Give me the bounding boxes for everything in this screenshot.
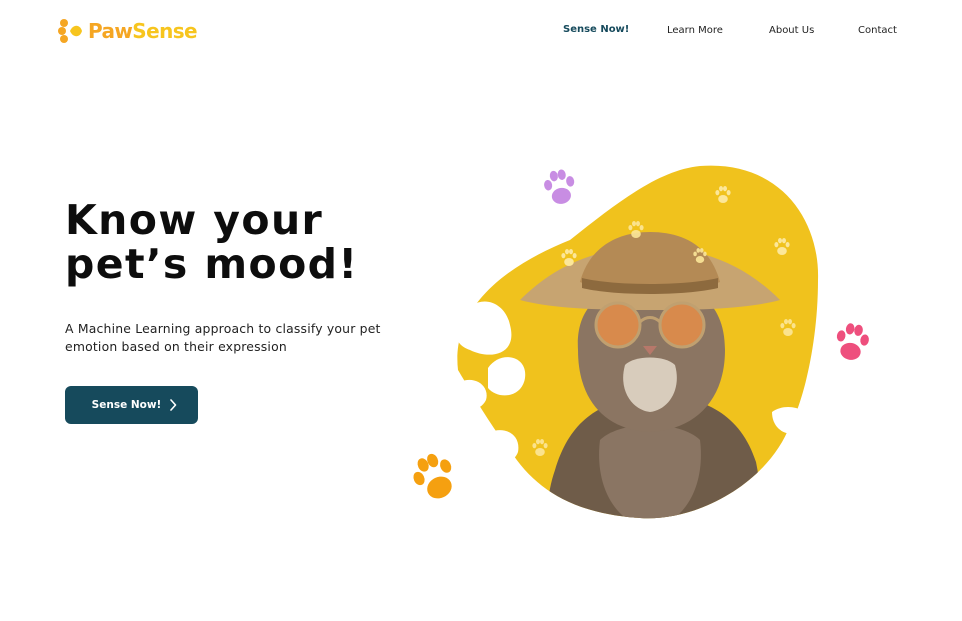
nav-about-us[interactable]: About Us [769, 24, 814, 38]
hero-title-line2: pet’s mood! [65, 240, 359, 288]
sense-now-button-label: Sense Now! [91, 399, 162, 411]
nav-sense-now[interactable]: Sense Now! [563, 23, 629, 37]
nav-learn-more[interactable]: Learn More [667, 24, 723, 38]
orange-paw-icon [406, 448, 462, 506]
purple-paw-icon [541, 167, 578, 207]
chevron-right-icon [170, 399, 177, 411]
sense-now-button[interactable]: Sense Now! [65, 386, 198, 424]
hero-illustration [406, 165, 872, 519]
hero-title-line1: Know your [65, 196, 324, 244]
hero-subtitle: A Machine Learning approach to classify … [65, 321, 381, 354]
pink-paw-icon [833, 321, 872, 363]
top-nav: Sense Now! Learn More About Us Contact [0, 24, 962, 42]
nav-contact[interactable]: Contact [858, 24, 897, 38]
header: PawSense Sense Now! Learn More About Us … [0, 0, 962, 62]
hero-title: Know your pet’s mood! [65, 198, 359, 286]
